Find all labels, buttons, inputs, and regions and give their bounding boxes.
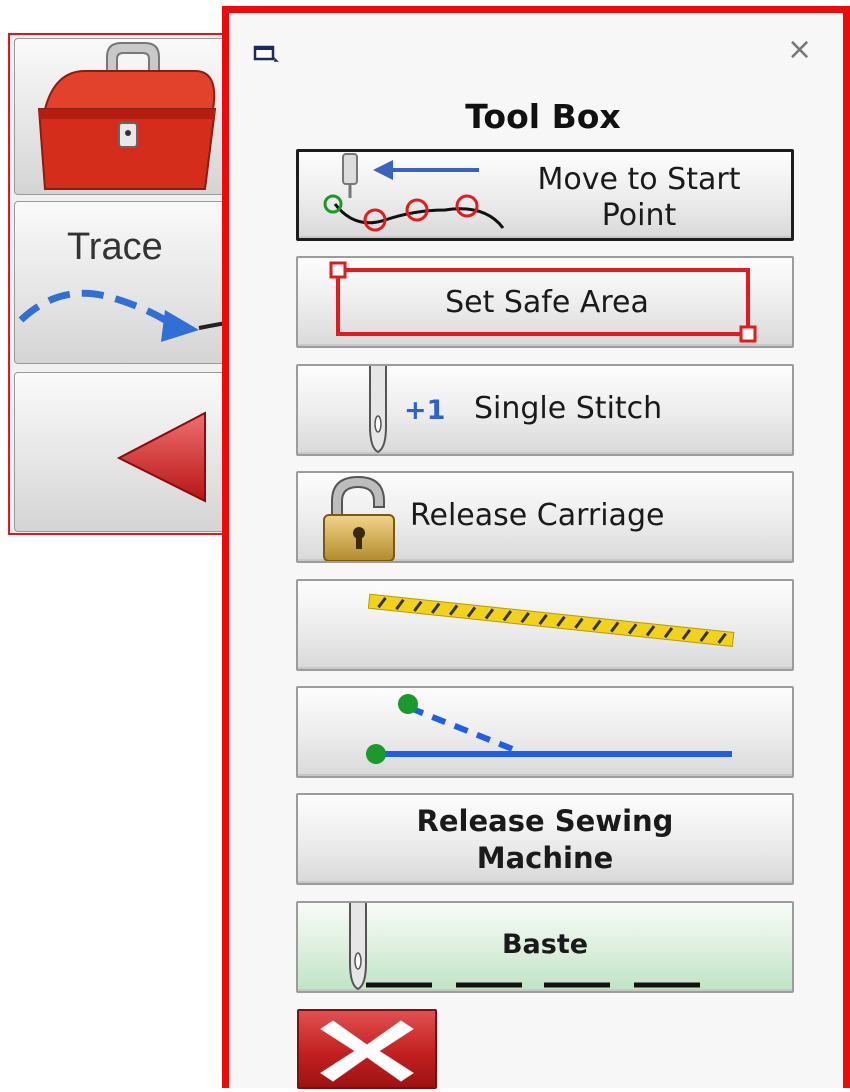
stripe-button[interactable]	[296, 579, 794, 671]
red-left-arrow-icon	[116, 411, 206, 503]
release-carriage-button[interactable]: Release Carriage	[296, 471, 794, 563]
needle-path-icon	[323, 153, 505, 232]
tool-box-dialog: × Tool Box Move to Start Point Set Safe …	[222, 6, 850, 1089]
release-sewing-machine-label: Release Sewing Machine	[416, 804, 674, 875]
padlock-icon	[323, 475, 395, 561]
single-stitch-button[interactable]: +1 Single Stitch	[296, 364, 794, 456]
trace-arrow-icon	[18, 289, 243, 342]
close-icon[interactable]: ×	[787, 35, 812, 65]
window-icon	[253, 45, 279, 62]
set-safe-area-button[interactable]: Set Safe Area	[296, 256, 794, 348]
dialog-title: Tool Box	[465, 97, 621, 136]
single-stitch-label: Single Stitch	[474, 391, 663, 426]
green-dot-line-icon	[366, 694, 732, 764]
cancel-button[interactable]	[297, 1009, 437, 1089]
set-safe-area-label: Set Safe Area	[445, 285, 649, 320]
line-button[interactable]	[296, 686, 794, 778]
needle-icon	[369, 366, 387, 454]
back-button[interactable]	[14, 372, 244, 532]
single-stitch-count: +1	[404, 395, 446, 426]
toolbox-icon	[37, 42, 217, 190]
move-to-start-point-label: Move to Start Point	[537, 162, 741, 233]
side-toolbar: Trace	[8, 33, 244, 535]
baste-label: Baste	[501, 929, 589, 960]
trace-button[interactable]: Trace	[14, 201, 244, 364]
release-carriage-label: Release Carriage	[410, 498, 665, 533]
release-sewing-machine-button[interactable]: Release Sewing Machine	[296, 793, 794, 885]
toolbox-button[interactable]	[14, 38, 244, 195]
yellow-stripe-icon	[367, 593, 735, 647]
baste-button[interactable]: Baste	[296, 901, 794, 993]
cancel-x-icon	[320, 1020, 414, 1082]
move-to-start-point-button[interactable]: Move to Start Point	[296, 149, 794, 241]
